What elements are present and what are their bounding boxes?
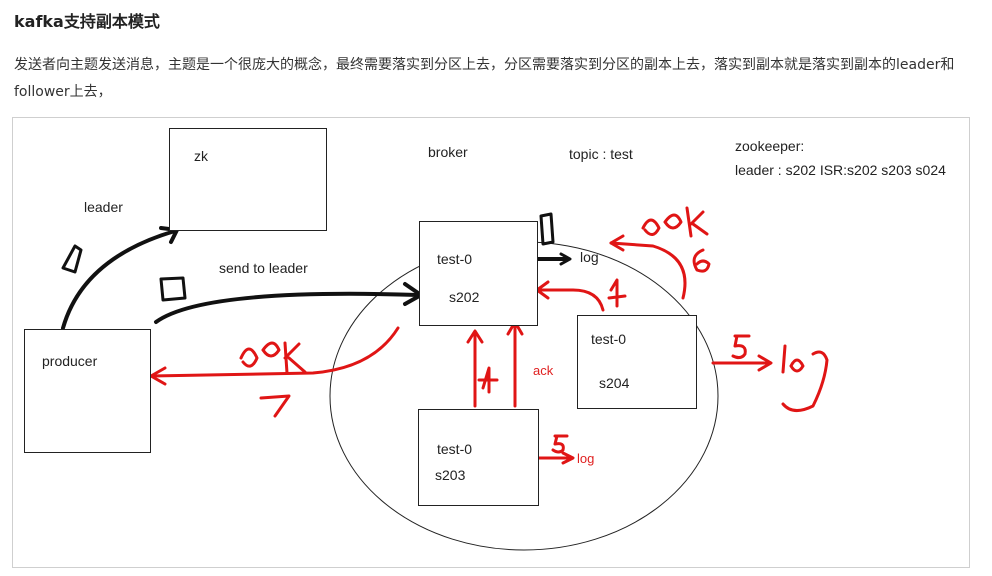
follower1-partition-label: test-0	[591, 331, 627, 347]
zookeeper-label: zookeeper:	[735, 138, 805, 154]
topic-label: topic : test	[569, 146, 633, 162]
leader-label: leader	[84, 199, 123, 215]
leader-replica-box	[419, 221, 538, 326]
kafka-replica-diagram: zk leader producer send to leader broker…	[12, 117, 970, 568]
s203-log-label: log	[577, 451, 595, 466]
arrow-ack-top	[609, 241, 687, 300]
zk-box	[169, 128, 327, 231]
arrow-s204-to-s202	[536, 288, 605, 312]
four-mid	[477, 366, 499, 394]
producer-label: producer	[42, 353, 98, 369]
producer-box	[24, 329, 151, 453]
mark-three	[539, 212, 555, 246]
zookeeper-isr-label: leader : s202 ISR:s202 s203 s024	[735, 162, 946, 178]
follower2-server-label: s203	[435, 467, 466, 483]
arrow-producer-to-zk	[61, 229, 177, 330]
follower-s204-box	[577, 315, 697, 409]
leader-partition-label: test-0	[437, 251, 473, 267]
follower-s203-box	[418, 409, 539, 506]
send-to-leader-label: send to leader	[219, 260, 308, 276]
seven-mark	[259, 394, 291, 418]
six-mark	[692, 248, 711, 273]
page-title: kafka支持副本模式	[14, 12, 160, 31]
mark-one	[61, 244, 83, 274]
arrow-send-to-leader	[154, 291, 420, 324]
arrow-ack-to-producer	[149, 326, 400, 378]
ack-scribble-top	[641, 206, 709, 238]
five-small	[551, 434, 569, 454]
broker-label: broker	[428, 144, 468, 160]
ack-scribble-left	[239, 341, 307, 375]
zk-label: zk	[194, 148, 208, 164]
mark-two	[159, 276, 187, 302]
five-right	[731, 334, 751, 360]
log-scribble-right	[781, 344, 829, 412]
ack-label: ack	[533, 363, 554, 378]
leader-log-label: log	[580, 249, 599, 265]
leader-server-label: s202	[449, 289, 480, 305]
follower2-partition-label: test-0	[437, 441, 473, 457]
description-paragraph: 发送者向主题发送消息，主题是一个很庞大的概念，最终需要落实到分区上去，分区需要落…	[14, 57, 955, 100]
four-top	[607, 278, 627, 308]
follower1-server-label: s204	[599, 375, 630, 391]
